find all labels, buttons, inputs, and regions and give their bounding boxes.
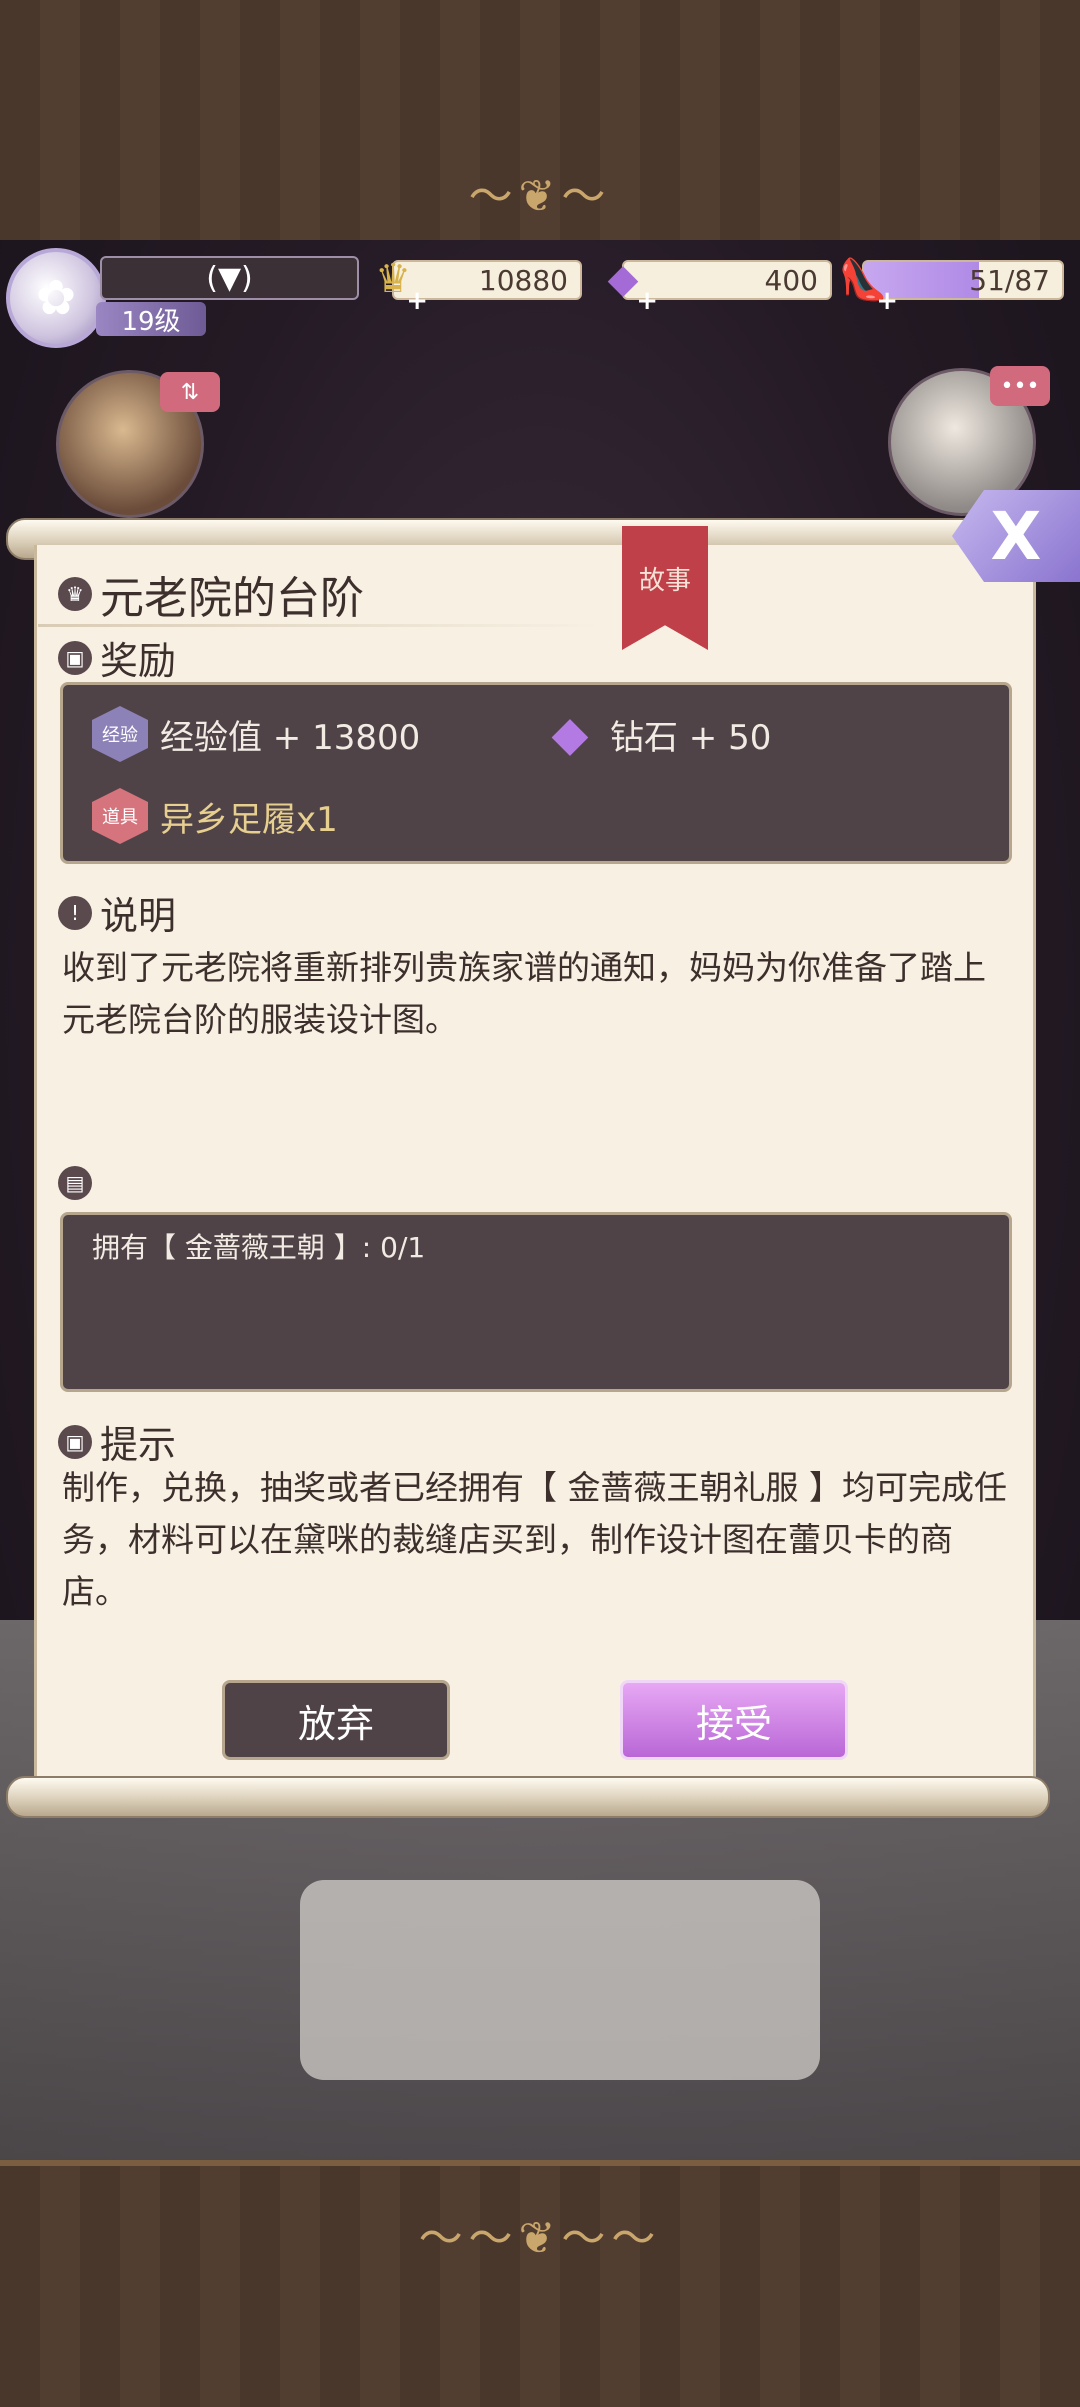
hint-text: 制作，兑换，抽奖或者已经拥有【 金蔷薇王朝礼服 】均可完成任务，材料可以在黛咪的… <box>62 1468 1007 1611</box>
quest-title-text: 元老院的台阶 <box>100 573 364 624</box>
jewelry-drawer <box>300 1880 820 2080</box>
reward-item-text: 异乡足履x1 <box>160 799 338 840</box>
reward-exp-text: 经验值 + 13800 <box>160 717 421 758</box>
frame-top: 〜❦〜 <box>0 0 1080 246</box>
reward-diamond-text: 钻石 + 50 <box>610 717 772 758</box>
reward-exp: 经验 经验值 + 13800 <box>92 706 420 762</box>
crown-icon: ♛ <box>58 577 92 611</box>
diamond-icon[interactable]: ◆ + <box>594 250 658 316</box>
swap-badge-icon[interactable]: ⇅ <box>160 372 220 412</box>
title-divider <box>38 624 598 627</box>
level-text: 19级 <box>121 306 181 337</box>
frame-bottom: 〜〜❦〜〜 <box>0 2160 1080 2407</box>
abandon-button[interactable]: 放弃 <box>222 1680 450 1760</box>
reward-diamond: ◆ 钻石 + 50 <box>542 706 772 762</box>
exp-badge-icon: 经验 <box>92 706 148 762</box>
diamond-value: 400 <box>764 263 818 297</box>
hint-icon: ▣ <box>58 1424 92 1459</box>
gold-value: 10880 <box>478 263 568 297</box>
player-dropdown[interactable]: (▼) <box>100 256 359 300</box>
quest-title: ♛ 元老院的台阶 <box>58 562 364 626</box>
gift-icon: ▣ <box>58 640 92 675</box>
top-hud: ✿ (▼) 19级 10880 ♛ + 400 ◆ + 51/87 👠 + <box>0 240 1080 350</box>
book-icon: ▤ <box>58 1166 92 1200</box>
crown-coin-icon[interactable]: ♛ + <box>364 250 428 316</box>
hint-heading: ▣ 提示 <box>58 1414 176 1469</box>
level-badge: 19级 <box>96 302 206 337</box>
rewards-heading-text: 奖励 <box>100 639 177 683</box>
requirement-text: 拥有【 金蔷薇王朝 】: 0/1 <box>92 1231 426 1264</box>
description-heading: ! 说明 <box>58 885 176 940</box>
dropdown-label: (▼) <box>206 260 253 296</box>
hint-heading-text: 提示 <box>100 1423 177 1467</box>
flourish-ornament-bottom: 〜〜❦〜〜 <box>418 2213 662 2264</box>
reward-item[interactable]: 道具 异乡足履x1 <box>92 788 338 844</box>
glass-slipper-icon[interactable]: 👠 + <box>834 250 898 317</box>
item-badge-icon: 道具 <box>92 788 148 844</box>
exclamation-icon: ! <box>58 895 92 930</box>
close-icon: X <box>990 497 1042 575</box>
scroll-rod-bottom <box>6 1776 1050 1818</box>
description-text: 收到了元老院将重新排列贵族家谱的通知，妈妈为你准备了踏上元老院台阶的服装设计图。 <box>62 948 986 1039</box>
description-heading-text: 说明 <box>100 894 177 938</box>
diamond-icon: ◆ <box>551 706 589 762</box>
rose-avatar-icon[interactable]: ✿ <box>6 248 106 348</box>
flourish-ornament: 〜❦〜 <box>468 171 612 222</box>
accept-label: 接受 <box>695 1701 772 1746</box>
requirement-heading: ▤ <box>58 1166 100 1200</box>
energy-value: 51/87 <box>969 263 1050 297</box>
rewards-heading: ▣ 奖励 <box>58 630 176 685</box>
chat-badge-icon[interactable]: ••• <box>990 366 1050 406</box>
abandon-label: 放弃 <box>297 1701 374 1746</box>
accept-button[interactable]: 接受 <box>620 1680 848 1760</box>
